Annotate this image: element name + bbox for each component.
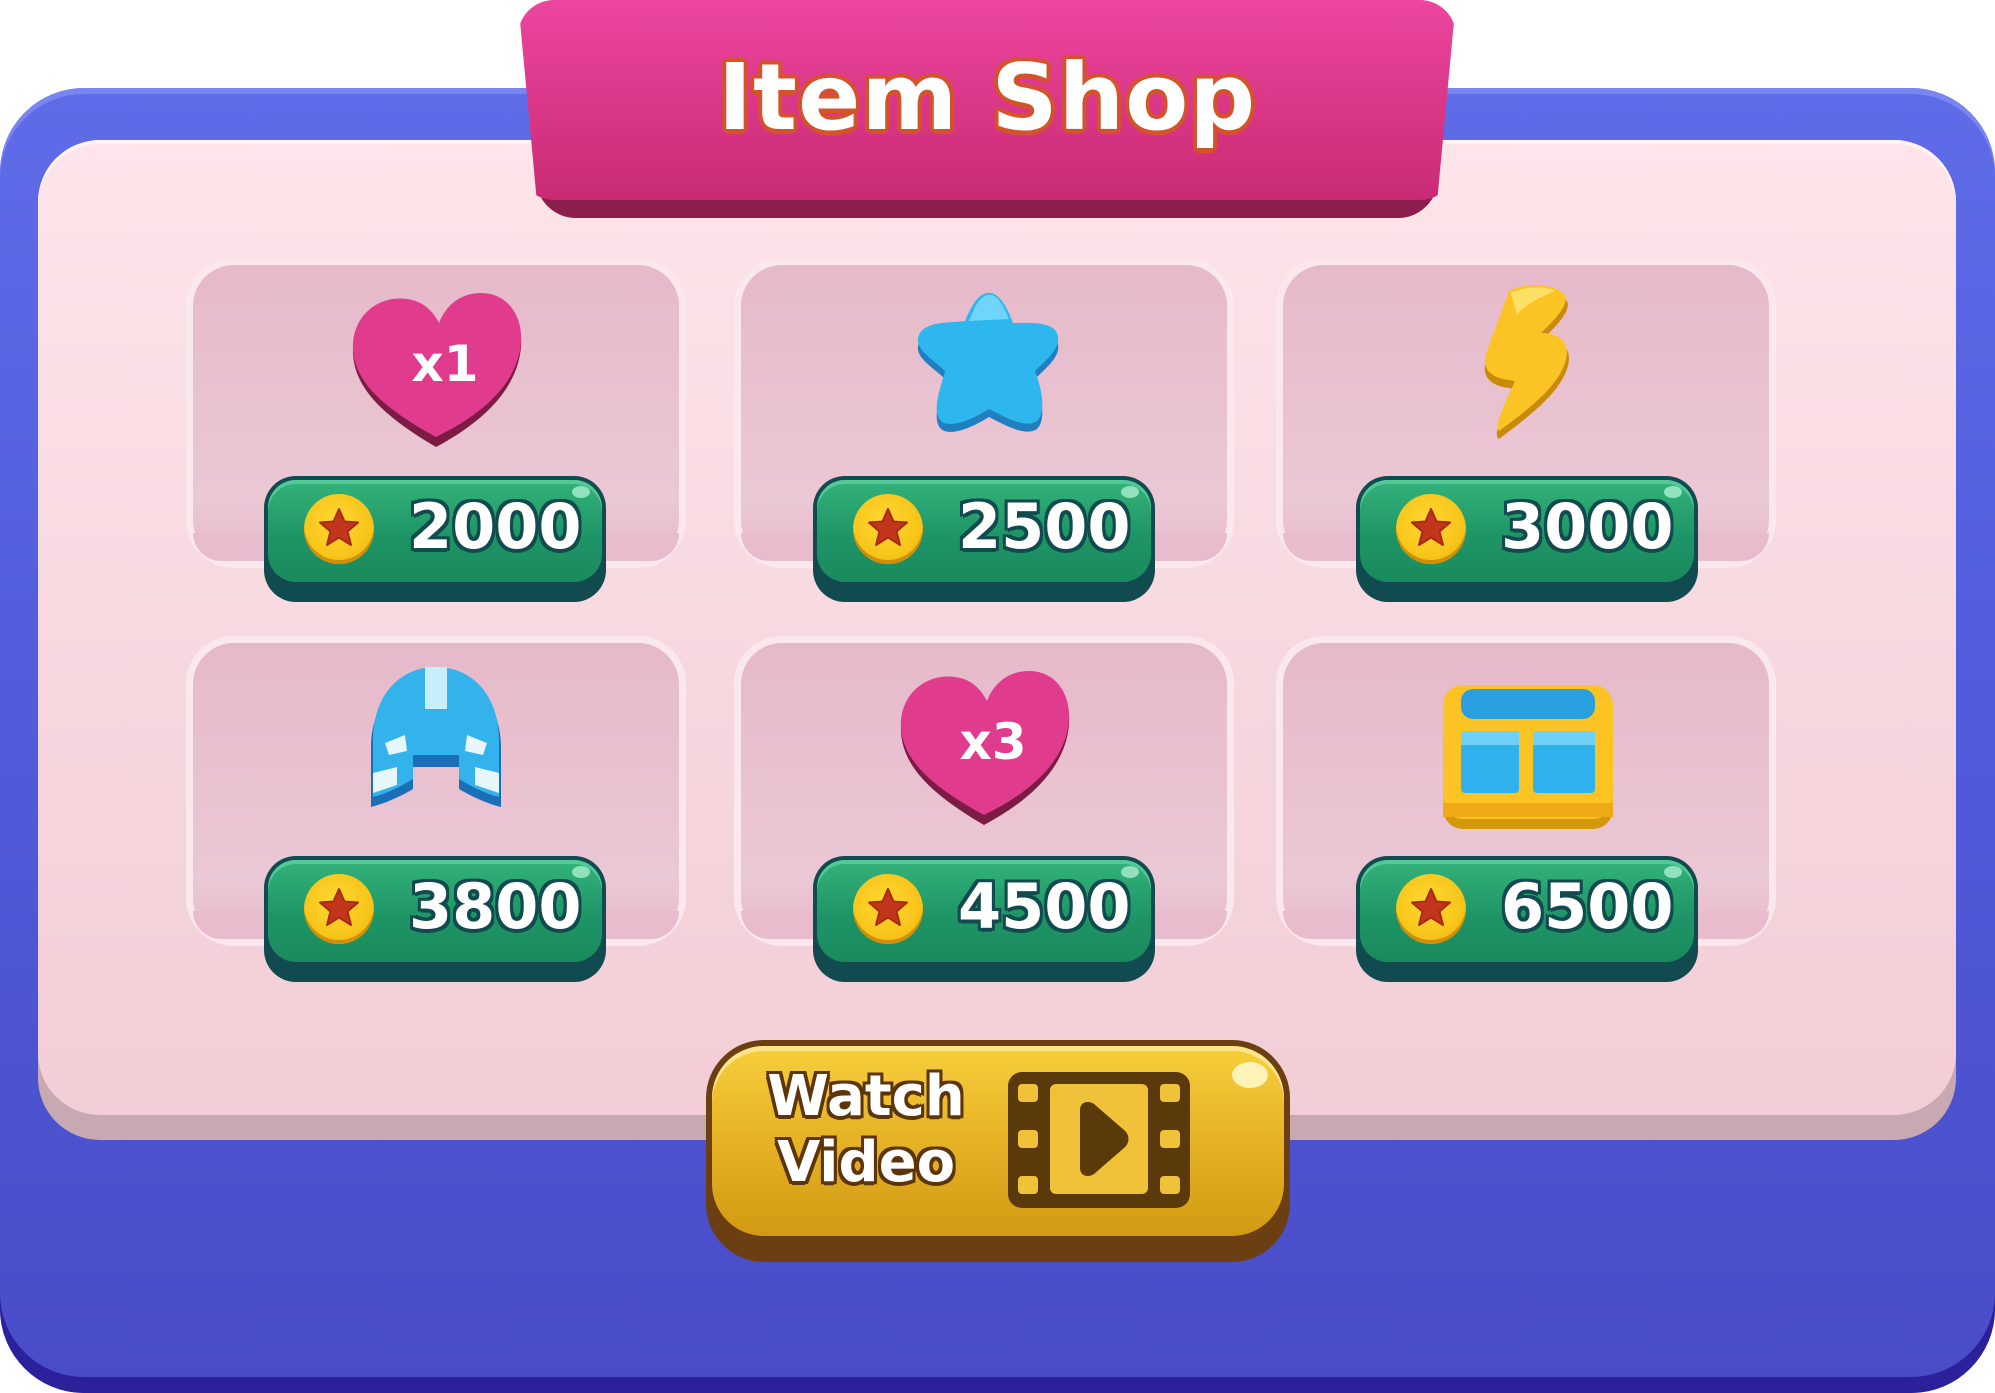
lightning-bolt-icon xyxy=(1484,285,1569,439)
page-title: Item Shop xyxy=(717,44,1257,151)
price-label: 3000 xyxy=(1501,490,1674,563)
star-icon xyxy=(917,292,1059,432)
coin-star-icon xyxy=(304,494,374,564)
heart-icon: x3 xyxy=(900,671,1070,825)
heart-badge: x1 xyxy=(411,335,478,393)
watch-video-line2: Video xyxy=(776,1130,956,1195)
price-label: 2500 xyxy=(958,490,1131,563)
watch-video-label: Watch Video xyxy=(756,1064,976,1196)
price-label: 2000 xyxy=(409,490,582,563)
coin-star-icon xyxy=(304,874,374,944)
treasure-chest-icon xyxy=(1443,685,1613,829)
coin-star-icon xyxy=(1396,874,1466,944)
heart-icon: x1 xyxy=(352,293,522,447)
watch-video-button[interactable]: Watch Video xyxy=(706,1040,1290,1262)
film-play-icon xyxy=(1008,1072,1190,1208)
buy-button[interactable]: 6500 xyxy=(1356,856,1698,982)
buy-button[interactable]: 2500 xyxy=(813,476,1155,602)
helmet-icon xyxy=(371,667,501,807)
buy-button[interactable]: 3000 xyxy=(1356,476,1698,602)
price-label: 4500 xyxy=(958,870,1131,943)
coin-star-icon xyxy=(853,874,923,944)
watch-video-line1: Watch xyxy=(767,1064,965,1129)
heart-badge: x3 xyxy=(959,713,1026,771)
buy-button[interactable]: 2000 xyxy=(264,476,606,602)
coin-star-icon xyxy=(853,494,923,564)
item-grid: x1 2000 2500 3000 3800 x3 4500 6500 xyxy=(186,258,1780,998)
price-label: 6500 xyxy=(1501,870,1674,943)
coin-star-icon xyxy=(1396,494,1466,564)
buy-button[interactable]: 4500 xyxy=(813,856,1155,982)
buy-button[interactable]: 3800 xyxy=(264,856,606,982)
price-label: 3800 xyxy=(409,870,582,943)
